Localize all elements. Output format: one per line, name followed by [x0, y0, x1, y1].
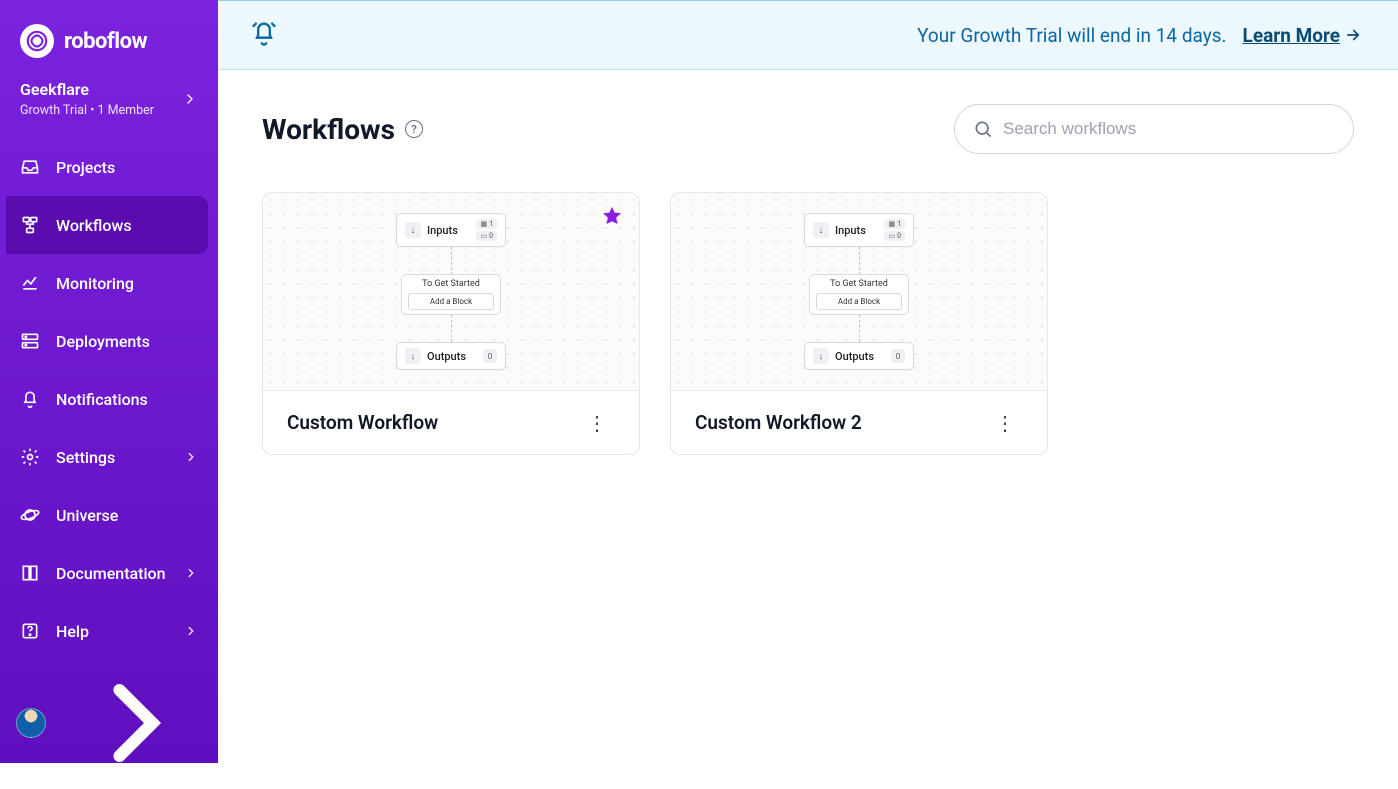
bell-icon	[20, 389, 40, 409]
preview-inputs-node: ↓ Inputs ▦1 ▭0	[396, 213, 506, 247]
alert-bell-icon	[250, 19, 278, 51]
sidebar-item-label: Notifications	[56, 390, 198, 409]
sidebar-item-label: Universe	[56, 506, 198, 525]
primary-nav: Projects Workflows Monitoring Deployment…	[0, 138, 218, 660]
inbox-icon	[20, 157, 40, 177]
gear-icon	[20, 447, 40, 467]
sidebar-item-label: Deployments	[56, 332, 198, 351]
preview-outputs-node: ↓ Outputs 0	[804, 342, 914, 370]
chevron-right-icon	[70, 657, 202, 789]
sidebar-item-label: Help	[56, 622, 168, 641]
sidebar-item-label: Settings	[56, 448, 168, 467]
sidebar-item-label: Documentation	[56, 564, 168, 583]
sidebar-item-deployments[interactable]: Deployments	[0, 312, 218, 370]
workspace-name: Geekflare	[20, 80, 154, 99]
chevron-right-icon	[184, 566, 198, 580]
preview-get-started-node: To Get Started Add a Block	[809, 274, 909, 315]
sidebar-item-projects[interactable]: Projects	[0, 138, 218, 196]
workspace-switcher[interactable]: Geekflare Growth Trial • 1 Member	[0, 74, 218, 132]
trial-banner: Your Growth Trial will end in 14 days. L…	[218, 0, 1398, 70]
preview-outputs-node: ↓ Outputs 0	[396, 342, 506, 370]
chevron-right-icon	[184, 450, 198, 464]
card-more-button[interactable]: ⋮	[579, 414, 615, 432]
brand-name: roboflow	[64, 29, 147, 54]
workflow-card-title: Custom Workflow 2	[695, 411, 862, 434]
help-tooltip-icon[interactable]: ?	[405, 120, 423, 138]
workflow-card-title: Custom Workflow	[287, 411, 438, 434]
sidebar-item-monitoring[interactable]: Monitoring	[0, 254, 218, 312]
roboflow-logo-icon	[20, 24, 54, 58]
search-input[interactable]	[1003, 119, 1335, 139]
brand-logo[interactable]: roboflow	[0, 0, 218, 74]
card-more-button[interactable]: ⋮	[987, 414, 1023, 432]
workflow-preview: ↓ Inputs ▦1 ▭0 To Get Started Add a B	[263, 193, 639, 391]
help-icon	[20, 621, 40, 641]
download-icon: ↓	[813, 222, 829, 238]
workflow-card[interactable]: ↓ Inputs ▦1 ▭0 To Get Started Add a B	[670, 192, 1048, 455]
download-icon: ↓	[405, 222, 421, 238]
star-icon[interactable]	[601, 205, 623, 227]
sidebar-item-notifications[interactable]: Notifications	[0, 370, 218, 428]
download-icon: ↓	[813, 348, 829, 364]
sidebar-item-workflows[interactable]: Workflows	[6, 196, 208, 254]
arrow-right-icon	[1344, 26, 1362, 44]
main-area: Your Growth Trial will end in 14 days. L…	[218, 0, 1398, 763]
download-icon: ↓	[405, 348, 421, 364]
sidebar-item-settings[interactable]: Settings	[0, 428, 218, 486]
preview-inputs-node: ↓ Inputs ▦1 ▭0	[804, 213, 914, 247]
sidebar-item-label: Workflows	[56, 216, 188, 235]
sidebar-item-label: Projects	[56, 158, 198, 177]
chevron-right-icon	[184, 624, 198, 638]
search-workflows[interactable]	[954, 104, 1354, 154]
user-menu[interactable]: Narendra Mo…	[0, 695, 218, 751]
preview-get-started-node: To Get Started Add a Block	[401, 274, 501, 315]
sidebar-item-universe[interactable]: Universe	[0, 486, 218, 544]
workflow-icon	[20, 215, 40, 235]
sidebar-item-help[interactable]: Help	[0, 602, 218, 660]
workspace-plan-line: Growth Trial • 1 Member	[20, 103, 154, 118]
workflow-card[interactable]: ↓ Inputs ▦1 ▭0 To Get Started Add a B	[262, 192, 640, 455]
chevron-right-icon	[182, 91, 198, 107]
learn-more-label: Learn More	[1243, 24, 1340, 47]
chart-icon	[20, 273, 40, 293]
avatar	[16, 708, 46, 738]
sidebar-item-documentation[interactable]: Documentation	[0, 544, 218, 602]
sidebar-item-label: Monitoring	[56, 274, 198, 293]
workflow-preview: ↓ Inputs ▦1 ▭0 To Get Started Add a B	[671, 193, 1047, 391]
trial-banner-message: Your Growth Trial will end in 14 days.	[917, 24, 1226, 47]
page-title: Workflows	[262, 113, 395, 146]
search-icon	[973, 119, 993, 139]
book-icon	[20, 563, 40, 583]
server-icon	[20, 331, 40, 351]
sidebar: roboflow Geekflare Growth Trial • 1 Memb…	[0, 0, 218, 763]
planet-icon	[20, 505, 40, 525]
learn-more-link[interactable]: Learn More	[1243, 24, 1362, 47]
